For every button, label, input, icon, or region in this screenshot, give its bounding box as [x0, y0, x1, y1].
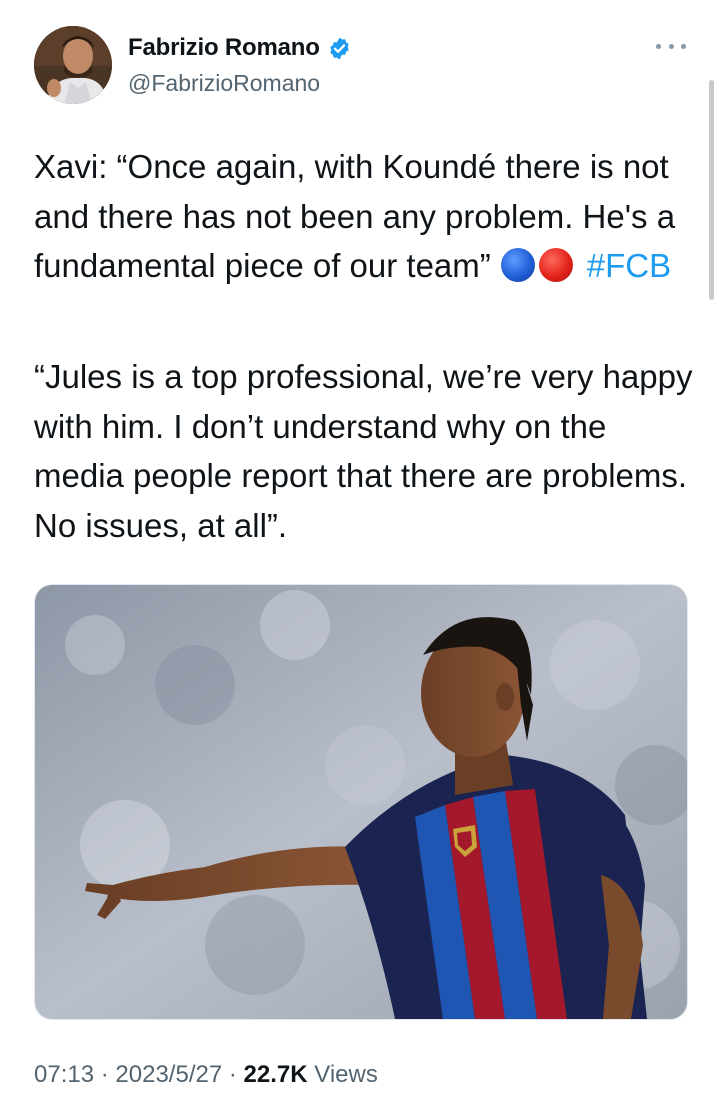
blue-circle-emoji-icon — [500, 248, 535, 282]
tweet-time[interactable]: 07:13 — [34, 1061, 94, 1088]
author-handle[interactable]: @FabrizioRomano — [128, 70, 320, 97]
meta-separator: · — [100, 1061, 109, 1088]
meta-separator: · — [228, 1061, 237, 1088]
views-label: Views — [314, 1061, 378, 1088]
views-count[interactable]: 22.7K — [244, 1061, 308, 1088]
tweet-card: Fabrizio Romano @FabrizioRomano Xavi: “O… — [0, 0, 720, 1109]
tweet-paragraph-1-text: Xavi: “Once again, with Koundé there is … — [34, 148, 676, 284]
red-circle-emoji-icon — [538, 248, 573, 282]
avatar-photo-icon — [34, 26, 112, 104]
tweet-date[interactable]: 2023/5/27 — [115, 1061, 222, 1088]
hashtag-link[interactable]: #FCB — [587, 247, 671, 284]
tweet-paragraph-2: “Jules is a top professional, we’re very… — [34, 358, 693, 544]
more-options-icon[interactable] — [656, 36, 686, 56]
tweet-media-photo[interactable] — [34, 584, 688, 1020]
author-display-name[interactable]: Fabrizio Romano — [128, 34, 320, 62]
scrollbar[interactable] — [709, 80, 714, 300]
player-photo-icon — [35, 585, 687, 1019]
dot — [681, 43, 686, 49]
tweet-paragraph-1: Xavi: “Once again, with Koundé there is … — [34, 142, 694, 291]
verified-badge-icon — [327, 36, 352, 61]
dot — [668, 43, 674, 49]
tweet-meta: 07:13 · 2023/5/27 · 22.7K Views — [34, 1061, 378, 1089]
dot — [656, 43, 661, 49]
author-name-row: Fabrizio Romano — [128, 34, 352, 62]
author-avatar[interactable] — [34, 26, 112, 104]
